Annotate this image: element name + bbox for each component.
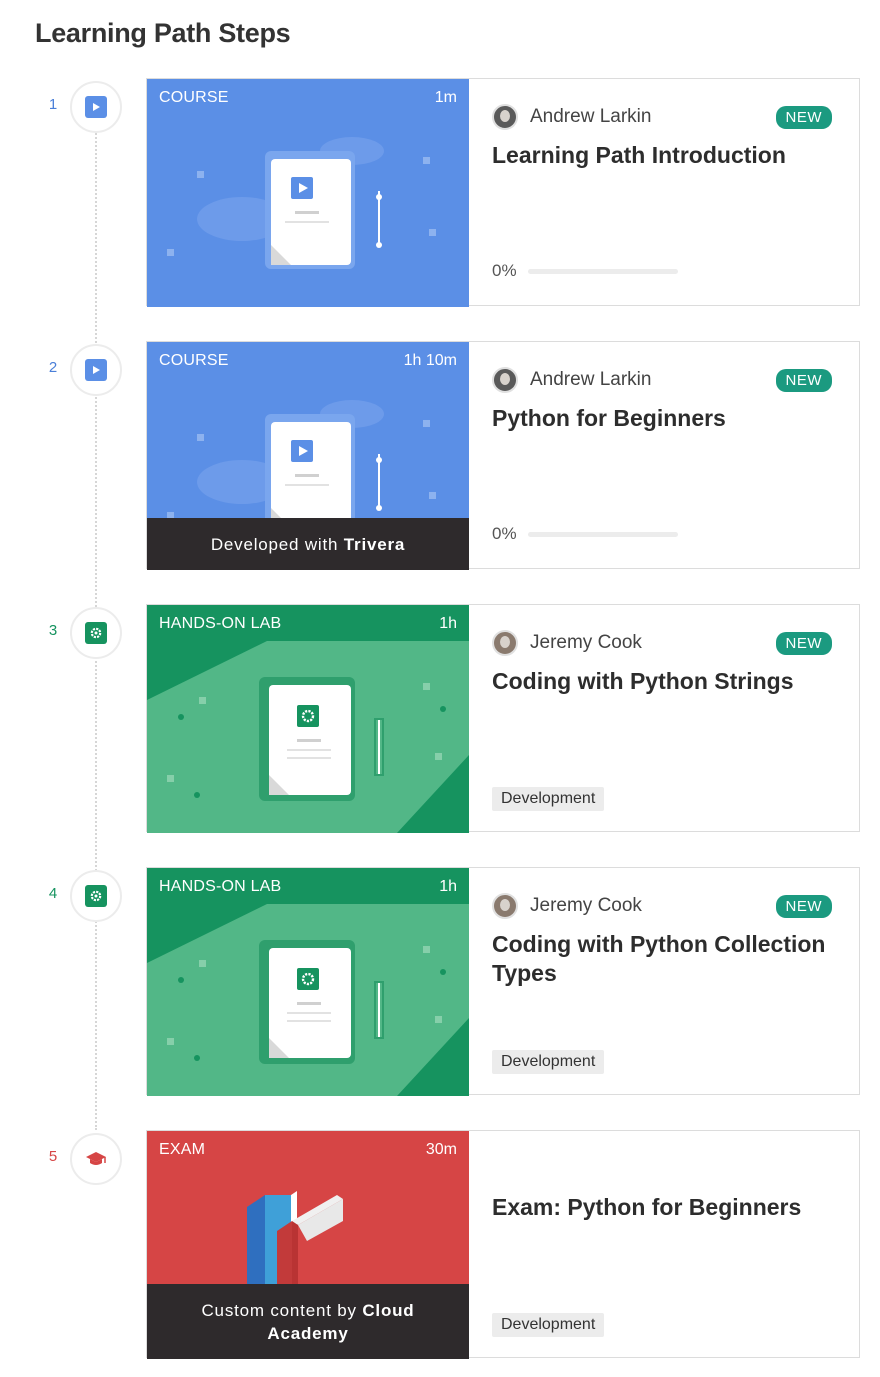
- step-indicator: [70, 344, 122, 396]
- step-number: 4: [48, 885, 58, 902]
- author: Jeremy Cook: [492, 893, 642, 919]
- author: Jeremy Cook: [492, 630, 642, 656]
- provider-name: Trivera: [343, 534, 406, 554]
- avatar: [492, 367, 518, 393]
- category-tag: Development: [492, 787, 605, 811]
- provider-banner: Custom content by Cloud Academy: [147, 1284, 469, 1359]
- category-tag: Development: [492, 1313, 605, 1337]
- lab-info: Jeremy Cook NEW Coding with Python Colle…: [492, 868, 852, 1096]
- exam-info: Exam: Python for Beginners Development: [492, 1131, 852, 1359]
- content-type-label: EXAM: [159, 1141, 206, 1158]
- author-name: Andrew Larkin: [530, 369, 652, 390]
- lab-card[interactable]: HANDS-ON LAB 1h Jeremy Cook NEW Coding w…: [146, 867, 860, 1096]
- lab-illustration: [147, 641, 469, 833]
- step-indicator: [70, 607, 122, 659]
- page-title: Learning Path Steps: [35, 18, 291, 48]
- lab-illustration: [147, 904, 469, 1096]
- author: Andrew Larkin: [492, 367, 651, 393]
- gear-icon: [85, 622, 107, 644]
- course-illustration: [167, 137, 436, 269]
- progress: 0%: [492, 524, 678, 544]
- course-info: Andrew Larkin NEW Python for Beginners 0…: [492, 342, 852, 570]
- provider-prefix: Developed with: [210, 534, 339, 554]
- course-title[interactable]: Python for Beginners: [492, 404, 842, 433]
- provider-banner: Developed with Trivera: [147, 518, 469, 570]
- exam-card[interactable]: EXAM 30m Custom content by Cloud Academy…: [146, 1130, 860, 1359]
- duration-label: 30m: [425, 1141, 457, 1158]
- new-badge: NEW: [775, 369, 832, 392]
- content-type-label: COURSE: [159, 352, 229, 369]
- play-icon: [85, 359, 107, 381]
- course-info: Andrew Larkin NEW Learning Path Introduc…: [492, 79, 852, 307]
- course-thumbnail[interactable]: COURSE 1h 10m Developed with Trivera: [147, 342, 469, 570]
- duration-label: 1h 10m: [403, 352, 457, 369]
- content-type-label: COURSE: [159, 89, 229, 106]
- duration-label: 1h: [439, 615, 457, 632]
- content-type-label: HANDS-ON LAB: [159, 878, 282, 895]
- author-name: Jeremy Cook: [530, 895, 642, 916]
- course-card[interactable]: COURSE 1m Andrew Larkin NEW Learning Pat…: [146, 78, 860, 307]
- progress-bar: [528, 531, 678, 537]
- provider-prefix: Custom content by: [201, 1300, 363, 1320]
- learning-path-step: 4 HANDS-ON LAB 1h Jeremy Cook NEW Coding…: [0, 867, 880, 1097]
- graduation-cap-icon: [85, 1148, 107, 1170]
- avatar: [492, 104, 518, 130]
- progress: 0%: [492, 261, 678, 281]
- step-number: 3: [48, 622, 58, 639]
- content-type-label: HANDS-ON LAB: [159, 615, 282, 632]
- learning-path-step: 2 COURSE 1h 10m Developed with Trivera A…: [0, 341, 880, 571]
- step-indicator: [70, 870, 122, 922]
- progress-label: 0%: [492, 524, 517, 543]
- course-title[interactable]: Learning Path Introduction: [492, 141, 842, 170]
- progress-bar: [528, 268, 678, 274]
- step-indicator: [70, 1133, 122, 1185]
- play-icon: [85, 96, 107, 118]
- lab-title[interactable]: Coding with Python Collection Types: [492, 930, 842, 988]
- exam-title[interactable]: Exam: Python for Beginners: [492, 1193, 842, 1222]
- exam-thumbnail[interactable]: EXAM 30m Custom content by Cloud Academy: [147, 1131, 469, 1359]
- author-name: Andrew Larkin: [530, 106, 652, 127]
- author-name: Jeremy Cook: [530, 632, 642, 653]
- new-badge: NEW: [775, 106, 832, 129]
- step-indicator: [70, 81, 122, 133]
- step-number: 1: [48, 96, 58, 113]
- avatar: [492, 630, 518, 656]
- gear-icon: [85, 885, 107, 907]
- lab-card[interactable]: HANDS-ON LAB 1h Jeremy Cook NEW Coding w…: [146, 604, 860, 833]
- learning-path-step: 5 EXAM 30m Custom content by Cloud Acade…: [0, 1130, 880, 1360]
- author: Andrew Larkin: [492, 104, 651, 130]
- learning-path-step: 1 COURSE 1m Andrew Larkin NEW Learning P…: [0, 78, 880, 308]
- duration-label: 1m: [434, 89, 457, 106]
- avatar: [492, 893, 518, 919]
- step-number: 5: [48, 1148, 58, 1165]
- new-badge: NEW: [775, 632, 832, 655]
- step-number: 2: [48, 359, 58, 376]
- category-tag: Development: [492, 1050, 605, 1074]
- course-card[interactable]: COURSE 1h 10m Developed with Trivera And…: [146, 341, 860, 570]
- lab-info: Jeremy Cook NEW Coding with Python Strin…: [492, 605, 852, 833]
- learning-path-step: 3 HANDS-ON LAB 1h Jeremy Cook NEW Coding…: [0, 604, 880, 834]
- lab-title[interactable]: Coding with Python Strings: [492, 667, 842, 696]
- new-badge: NEW: [775, 895, 832, 918]
- lab-thumbnail[interactable]: HANDS-ON LAB 1h: [147, 868, 469, 1096]
- progress-label: 0%: [492, 261, 517, 280]
- course-thumbnail[interactable]: COURSE 1m: [147, 79, 469, 307]
- duration-label: 1h: [439, 878, 457, 895]
- lab-thumbnail[interactable]: HANDS-ON LAB 1h: [147, 605, 469, 833]
